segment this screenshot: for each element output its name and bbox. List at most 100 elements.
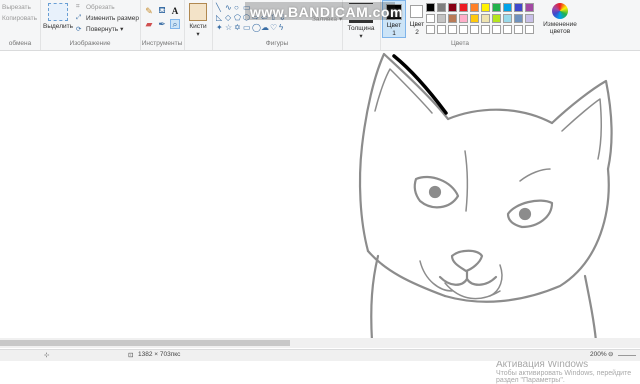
zoom-level: 200% <box>590 351 607 358</box>
palette-swatch[interactable] <box>448 25 457 34</box>
zoom-slider[interactable] <box>618 355 636 356</box>
palette-swatch[interactable] <box>514 25 523 34</box>
clipboard-group: Вырезать Копировать обмена <box>0 0 41 50</box>
palette-swatch[interactable] <box>492 25 501 34</box>
palette-swatch[interactable] <box>426 14 435 23</box>
color2-button[interactable]: Цвет 2 <box>407 0 427 38</box>
star5-shape-icon[interactable]: ☆ <box>225 24 232 32</box>
callout-rect-shape-icon[interactable]: ▭ <box>243 24 251 32</box>
fill-bucket-icon[interactable]: ⛾ <box>157 5 167 16</box>
palette-swatch[interactable] <box>426 25 435 34</box>
select-button[interactable]: Выделить <box>42 3 74 30</box>
palette-swatch[interactable] <box>448 14 457 23</box>
chevron-down-icon: ▾ <box>120 26 124 33</box>
colors-group-label: Цвета <box>450 40 470 47</box>
palette-swatch[interactable] <box>470 3 479 12</box>
zoom-out-button[interactable]: ⊖ <box>608 350 613 358</box>
palette-swatch[interactable] <box>448 3 457 12</box>
palette-swatch[interactable] <box>525 3 534 12</box>
color-wheel-icon <box>552 3 568 19</box>
crop-label: Обрезать <box>86 3 115 11</box>
resize-icon: ⤢ <box>76 14 82 21</box>
canvas-dimensions: 1382 × 703пкс <box>138 351 181 358</box>
cat-drawing <box>358 52 613 341</box>
palette-swatch[interactable] <box>481 25 490 34</box>
palette-swatch[interactable] <box>481 14 490 23</box>
shapes-group-label: Фигуры <box>265 40 289 47</box>
chevron-down-icon: ▾ <box>359 33 363 40</box>
diamond-shape-icon[interactable]: ◇ <box>225 14 231 22</box>
lightning-shape-icon[interactable]: ϟ <box>279 24 283 32</box>
text-icon[interactable]: A <box>170 6 180 16</box>
edit-colors-label: Изменение цветов <box>543 21 577 35</box>
horizontal-scrollbar[interactable] <box>0 338 640 348</box>
callout-cloud-shape-icon[interactable]: ☁ <box>261 24 269 32</box>
size-label: Толщина <box>347 25 375 32</box>
color1-label: Цвет <box>386 22 402 29</box>
palette-swatch[interactable] <box>437 3 446 12</box>
star4-shape-icon[interactable]: ✦ <box>216 24 223 32</box>
bandicam-watermark: www.BANDICAM.com <box>250 4 403 20</box>
colors-group: Цвет 1 Цвет 2 Изменение цветов Цвета <box>380 0 580 50</box>
rotate-icon: ⟳ <box>76 26 82 33</box>
pencil-icon[interactable]: ✎ <box>144 6 154 16</box>
palette-swatch[interactable] <box>492 3 501 12</box>
palette-swatch[interactable] <box>503 14 512 23</box>
palette-swatch[interactable] <box>470 14 479 23</box>
palette-swatch[interactable] <box>437 25 446 34</box>
heart-shape-icon[interactable]: ♡ <box>270 24 277 32</box>
brush-icon <box>189 3 207 21</box>
palette-swatch[interactable] <box>470 25 479 34</box>
copy-button[interactable]: Копировать <box>2 15 37 22</box>
palette-swatch[interactable] <box>503 25 512 34</box>
color2-label: Цвет <box>409 21 425 28</box>
callout-oval-shape-icon[interactable]: ◯ <box>252 24 261 32</box>
brushes-button[interactable]: Кисти ▾ <box>186 3 210 38</box>
cut-button[interactable]: Вырезать <box>2 4 31 11</box>
palette-swatch[interactable] <box>437 14 446 23</box>
palette-swatch[interactable] <box>492 14 501 23</box>
resize-button[interactable]: ⤢ Изменить размер <box>76 14 139 22</box>
brushes-label: Кисти <box>189 23 207 30</box>
palette-swatch[interactable] <box>459 25 468 34</box>
color2-swatch <box>410 5 423 18</box>
palette-swatch[interactable] <box>481 3 490 12</box>
copy-label: Копировать <box>2 15 37 22</box>
edit-colors-button[interactable]: Изменение цветов <box>542 3 578 35</box>
color-picker-icon[interactable]: ✒ <box>157 19 167 29</box>
tools-group-label: Инструменты <box>141 40 183 47</box>
horizontal-scrollbar-thumb[interactable] <box>0 340 290 346</box>
star6-shape-icon[interactable]: ✡ <box>234 24 241 32</box>
activation-line2: раздел "Параметры". <box>496 377 565 384</box>
palette-swatch[interactable] <box>459 3 468 12</box>
palette-swatch[interactable] <box>459 14 468 23</box>
rotate-button[interactable]: ⟳ Повернуть ▾ <box>76 25 124 34</box>
crop-button[interactable]: ⌗ Обрезать <box>76 3 115 11</box>
palette-swatch[interactable] <box>514 3 523 12</box>
oval-shape-icon[interactable]: ○ <box>234 4 239 12</box>
rotate-label: Повернуть <box>86 25 119 33</box>
chevron-down-icon: ▾ <box>196 31 200 38</box>
magnifier-icon[interactable]: ⌕ <box>170 19 180 29</box>
triangle-shape-icon[interactable]: ◺ <box>216 14 222 22</box>
drawing-canvas[interactable]: Активация Windows Чтобы активировать Win… <box>0 51 640 384</box>
palette-swatch[interactable] <box>503 3 512 12</box>
eraser-icon[interactable]: ▰ <box>144 19 154 29</box>
palette-swatch[interactable] <box>426 3 435 12</box>
palette-swatch[interactable] <box>514 14 523 23</box>
palette-swatch[interactable] <box>525 25 534 34</box>
curve-shape-icon[interactable]: ∿ <box>225 4 232 12</box>
line-shape-icon[interactable]: ╲ <box>216 4 221 12</box>
color2-num: 2 <box>415 29 419 36</box>
windows-activation-notice: Активация Windows Чтобы активировать Win… <box>496 359 631 384</box>
select-label: Выделить <box>43 23 73 30</box>
color1-num: 1 <box>392 30 396 37</box>
pentagon-shape-icon[interactable]: ⬠ <box>234 14 241 22</box>
canvas-size-icon: ⊡ <box>128 352 134 359</box>
status-bar: ⊹ ⊡ 1382 × 703пкс 200% ⊖ <box>0 349 640 361</box>
resize-label: Изменить размер <box>86 14 139 22</box>
ribbon: Вырезать Копировать обмена Выделить ⌗ Об… <box>0 0 640 51</box>
black-brush-stroke <box>392 54 448 115</box>
palette-swatch[interactable] <box>525 14 534 23</box>
cursor-position-icon: ⊹ <box>44 352 50 359</box>
